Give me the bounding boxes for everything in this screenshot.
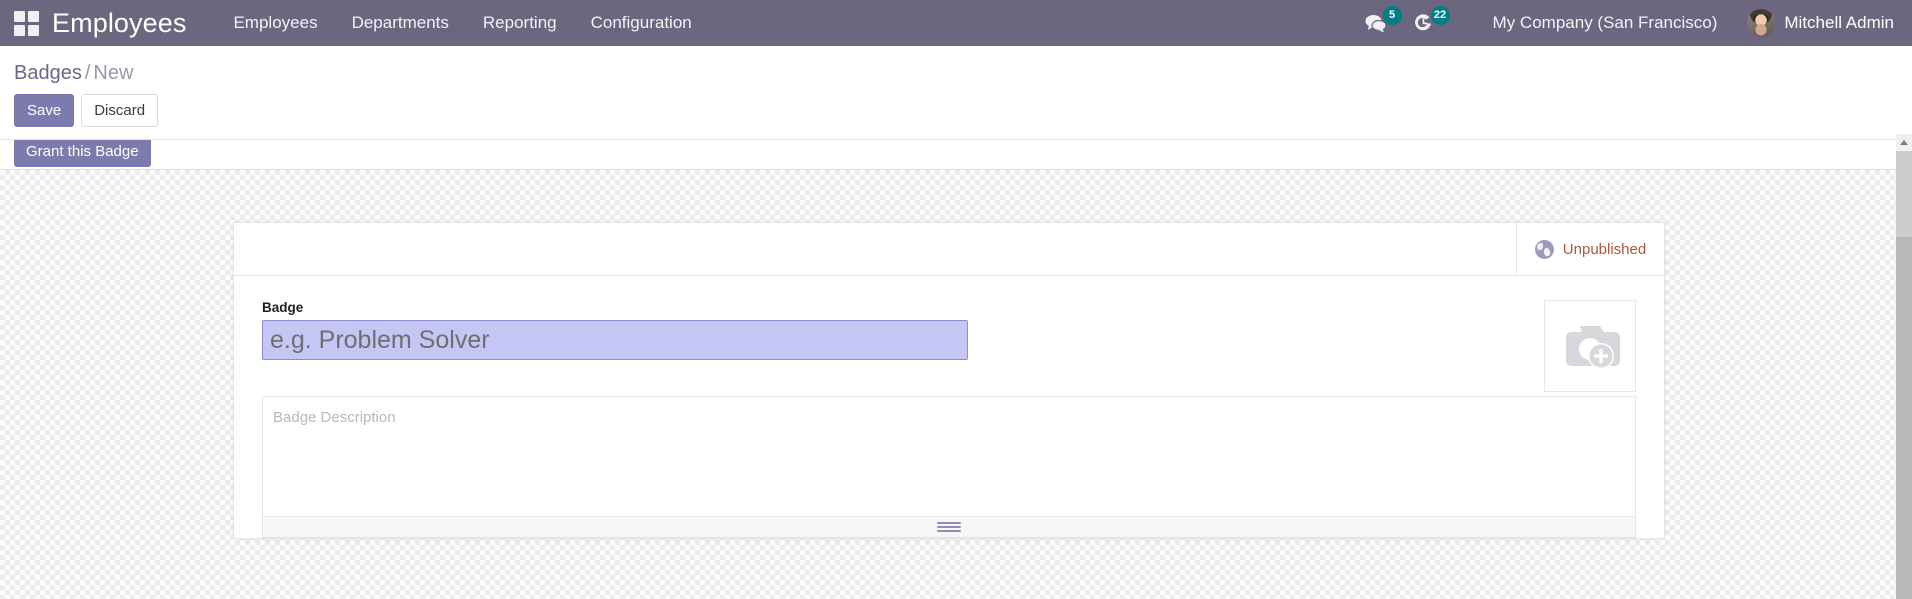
- website-published-button[interactable]: Unpublished: [1516, 223, 1664, 275]
- apps-menu-button[interactable]: [0, 0, 52, 46]
- badge-description-placeholder: Badge Description: [273, 409, 1625, 426]
- breadcrumb-separator: /: [82, 62, 94, 84]
- nav-item-departments[interactable]: Departments: [335, 0, 466, 46]
- resize-grip-icon: [937, 520, 961, 534]
- description-resize-bar[interactable]: [262, 516, 1636, 538]
- breadcrumb-item-badges[interactable]: Badges: [14, 62, 82, 84]
- messages-button[interactable]: 5: [1359, 0, 1407, 46]
- user-menu-button[interactable]: Mitchell Admin: [1733, 9, 1900, 37]
- badge-image-upload[interactable]: [1544, 300, 1636, 392]
- user-menu-label: Mitchell Admin: [1784, 13, 1894, 33]
- form-action-buttons: Save Discard: [0, 90, 1896, 139]
- discard-button[interactable]: Discard: [81, 94, 158, 127]
- badge-name-input[interactable]: [262, 320, 968, 360]
- vertical-scrollbar[interactable]: [1896, 134, 1912, 599]
- scrollbar-thumb[interactable]: [1896, 151, 1912, 237]
- badge-description-field[interactable]: Badge Description: [262, 396, 1636, 516]
- messages-count-badge: 5: [1383, 6, 1402, 25]
- control-panel: Badges/New Save Discard: [0, 46, 1896, 140]
- button-box: Unpublished: [234, 223, 1664, 276]
- nav-item-employees[interactable]: Employees: [216, 0, 334, 46]
- published-status-label: Unpublished: [1563, 241, 1646, 258]
- nav-item-reporting[interactable]: Reporting: [466, 0, 574, 46]
- badge-field-label: Badge: [262, 300, 1636, 315]
- app-brand-title[interactable]: Employees: [52, 8, 186, 39]
- scroll-up-arrow-icon[interactable]: [1896, 134, 1912, 151]
- form-sheet: Unpublished Badge Badge Description: [233, 222, 1665, 539]
- sheet-body: Badge Badge Description: [234, 276, 1664, 538]
- save-button[interactable]: Save: [14, 94, 74, 127]
- grant-this-badge-button[interactable]: Grant this Badge: [14, 136, 151, 167]
- user-avatar: [1747, 9, 1775, 37]
- navbar-right-section: 5 22 My Company (San Francisco) Mitchell…: [1359, 0, 1912, 46]
- activities-count-badge: 22: [1431, 6, 1450, 25]
- camera-add-icon: [1559, 320, 1621, 372]
- breadcrumb: Badges/New: [0, 46, 1896, 90]
- top-navbar: Employees Employees Departments Reportin…: [0, 0, 1912, 46]
- form-content-area: Unpublished Badge Badge Description: [0, 170, 1896, 599]
- company-switcher[interactable]: My Company (San Francisco): [1477, 13, 1734, 33]
- breadcrumb-item-current: New: [93, 62, 133, 84]
- apps-grid-icon: [14, 11, 39, 36]
- globe-icon: [1535, 240, 1554, 259]
- nav-item-configuration[interactable]: Configuration: [574, 0, 709, 46]
- activities-button[interactable]: 22: [1407, 0, 1455, 46]
